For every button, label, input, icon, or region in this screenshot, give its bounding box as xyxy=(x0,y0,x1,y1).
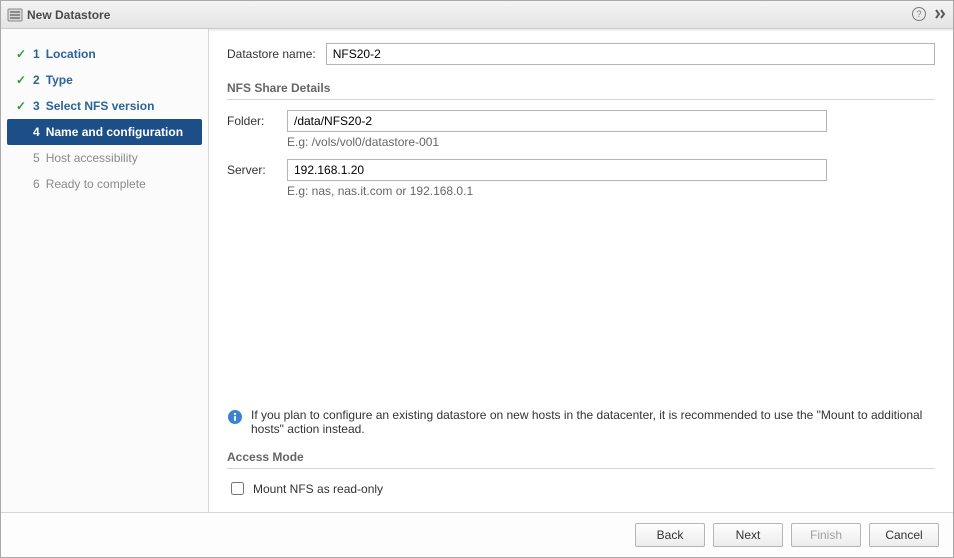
expand-icon[interactable] xyxy=(933,7,947,24)
datastore-icon xyxy=(7,7,23,23)
server-hint: E.g: nas, nas.it.com or 192.168.0.1 xyxy=(287,184,827,198)
window-title: New Datastore xyxy=(27,8,110,22)
info-icon xyxy=(227,409,243,428)
step-type[interactable]: ✓ 2 Type xyxy=(1,67,208,93)
back-button[interactable]: Back xyxy=(635,523,705,547)
finish-button[interactable]: Finish xyxy=(791,523,861,547)
step-label: Type xyxy=(46,73,73,87)
step-location[interactable]: ✓ 1 Location xyxy=(1,41,208,67)
wizard-steps-sidebar: ✓ 1 Location ✓ 2 Type ✓ 3 Select NFS ver… xyxy=(1,29,209,512)
step-host-accessibility[interactable]: ✓ 5 Host accessibility xyxy=(1,145,208,171)
step-nfs-version[interactable]: ✓ 3 Select NFS version xyxy=(1,93,208,119)
step-label: Select NFS version xyxy=(46,99,155,113)
wizard-window: New Datastore ? ✓ 1 Location xyxy=(0,0,954,558)
info-text: If you plan to configure an existing dat… xyxy=(251,408,935,436)
nfs-section-title: NFS Share Details xyxy=(227,81,935,100)
wizard-footer: Back Next Finish Cancel xyxy=(1,512,953,557)
svg-text:?: ? xyxy=(916,9,921,19)
step-label: Host accessibility xyxy=(46,151,138,165)
step-label: Ready to complete xyxy=(46,177,146,191)
step-label: Name and configuration xyxy=(46,125,183,139)
server-input[interactable] xyxy=(287,159,827,181)
folder-input[interactable] xyxy=(287,110,827,132)
datastore-name-label: Datastore name: xyxy=(227,47,316,61)
cancel-button[interactable]: Cancel xyxy=(869,523,939,547)
wizard-content: Datastore name: NFS Share Details Folder… xyxy=(209,29,953,512)
datastore-name-input[interactable] xyxy=(326,43,935,65)
step-label: Location xyxy=(46,47,96,61)
step-name-config[interactable]: ✓ 4 Name and configuration xyxy=(7,119,202,145)
step-ready-complete[interactable]: ✓ 6 Ready to complete xyxy=(1,171,208,197)
help-icon[interactable]: ? xyxy=(911,6,927,25)
titlebar: New Datastore ? xyxy=(1,1,953,29)
mount-readonly-label: Mount NFS as read-only xyxy=(253,482,383,496)
mount-readonly-checkbox[interactable] xyxy=(231,482,244,495)
server-label: Server: xyxy=(227,159,287,177)
folder-hint: E.g: /vols/vol0/datastore-001 xyxy=(287,135,827,149)
next-button[interactable]: Next xyxy=(713,523,783,547)
check-icon: ✓ xyxy=(13,47,29,61)
info-message: If you plan to configure an existing dat… xyxy=(227,408,935,436)
check-icon: ✓ xyxy=(13,73,29,87)
folder-label: Folder: xyxy=(227,110,287,128)
access-mode-title: Access Mode xyxy=(227,450,935,469)
check-icon: ✓ xyxy=(13,99,29,113)
